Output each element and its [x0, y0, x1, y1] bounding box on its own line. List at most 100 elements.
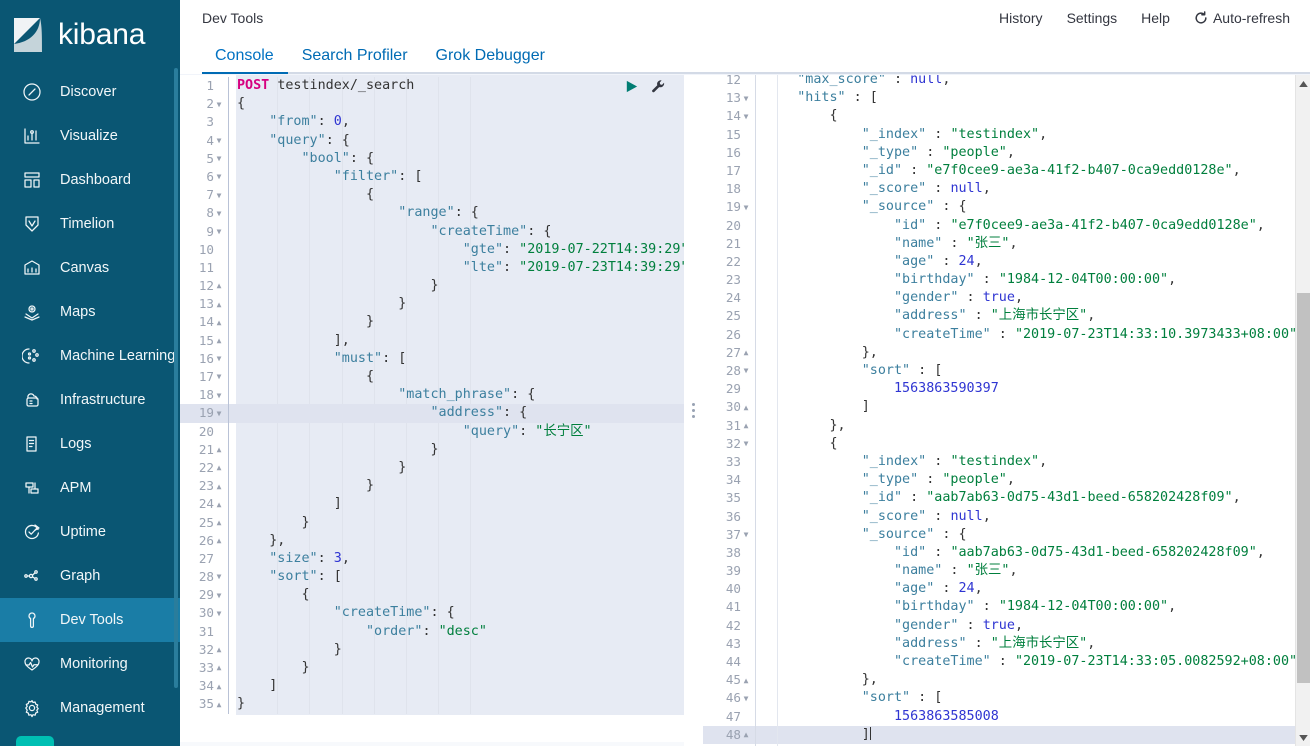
code-line[interactable]: 47 1563863585008: [703, 707, 1310, 726]
sidebar-item-maps[interactable]: Maps: [0, 290, 180, 334]
response-scrollbar[interactable]: [1295, 75, 1310, 746]
fold-down-icon[interactable]: ▼: [214, 387, 224, 405]
code-line[interactable]: 37 ▼ "_source" : {: [703, 525, 1310, 545]
response-editor-pane[interactable]: 12 "max_score" : null, 13 ▼ "hits" : [14 ▼ …: [703, 75, 1310, 746]
code-line[interactable]: 20 "query": "长宁区": [180, 422, 684, 441]
code-line[interactable]: 27 "size": 3,: [180, 549, 684, 569]
code-line[interactable]: 24 "gender" : true,: [703, 289, 1310, 308]
code-line[interactable]: 14 ▼ {: [703, 107, 1310, 126]
sidebar-item-apm[interactable]: APM: [0, 466, 180, 510]
fold-up-icon[interactable]: ▲: [214, 678, 224, 696]
fold-down-icon[interactable]: ▼: [741, 526, 751, 544]
code-line[interactable]: 48 ▲ ]: [703, 725, 1310, 745]
fold-down-icon[interactable]: ▼: [214, 132, 224, 150]
code-line[interactable]: 21 "name" : "张三",: [703, 234, 1310, 254]
code-line[interactable]: 31 ▲ },: [703, 416, 1310, 435]
code-line[interactable]: 33 ▲ }: [180, 659, 684, 678]
code-line[interactable]: 41 "birthday" : "1984-12-04T00:00:00",: [703, 598, 1310, 617]
fold-down-icon[interactable]: ▼: [741, 199, 751, 217]
sidebar-item-infrastructure[interactable]: Infrastructure: [0, 378, 180, 422]
pane-resize-handle[interactable]: [684, 75, 703, 746]
code-line[interactable]: 32 ▼ {: [703, 434, 1310, 454]
fold-down-icon[interactable]: ▼: [214, 223, 224, 241]
fold-up-icon[interactable]: ▲: [214, 659, 224, 677]
sidebar-item-uptime[interactable]: Uptime: [0, 510, 180, 554]
code-line[interactable]: 31 "order": "desc": [180, 622, 684, 641]
code-line[interactable]: 28 ▼ "sort": [: [180, 568, 684, 587]
code-line[interactable]: 6 ▼ "filter": [: [180, 167, 684, 187]
code-line[interactable]: 13 ▼ "hits" : [: [703, 89, 1310, 108]
code-line[interactable]: 39 "name" : "张三",: [703, 562, 1310, 581]
kibana-brand[interactable]: kibana: [0, 0, 180, 70]
code-line[interactable]: 16 "_type" : "people",: [703, 143, 1310, 163]
code-line[interactable]: 15 "_index" : "testindex",: [703, 125, 1310, 144]
fold-up-icon[interactable]: ▲: [214, 532, 224, 550]
sidebar-scrollbar[interactable]: [174, 68, 178, 688]
fold-up-icon[interactable]: ▲: [214, 277, 224, 295]
code-line[interactable]: 25 "address" : "上海市长宁区",: [703, 307, 1310, 326]
code-line[interactable]: 16 ▼ "must": [: [180, 349, 684, 368]
fold-up-icon[interactable]: ▲: [214, 496, 224, 514]
fold-up-icon[interactable]: ▲: [741, 726, 751, 744]
code-line[interactable]: 30 ▼ "createTime": {: [180, 604, 684, 623]
scrollbar-thumb[interactable]: [1297, 293, 1310, 683]
fold-up-icon[interactable]: ▲: [214, 314, 224, 332]
wrench-icon[interactable]: [651, 79, 666, 94]
fold-down-icon[interactable]: ▼: [214, 568, 224, 586]
tab-console[interactable]: Console: [202, 47, 288, 74]
code-line[interactable]: 36 "_score" : null,: [703, 507, 1310, 526]
code-line[interactable]: 3 "from": 0,: [180, 113, 684, 132]
code-line[interactable]: 35 "_id" : "aab7ab63-0d75-43d1-beed-6582…: [703, 489, 1310, 508]
fold-up-icon[interactable]: ▲: [741, 417, 751, 435]
code-line[interactable]: 33 "_index" : "testindex",: [703, 452, 1310, 472]
code-line[interactable]: 26 "createTime" : "2019-07-23T14:33:10.3…: [703, 325, 1310, 345]
code-line[interactable]: 19 ▼ "address": {: [180, 404, 684, 423]
code-line[interactable]: 24 ▲ ]: [180, 495, 684, 514]
code-line[interactable]: 1 POST testindex/_search: [180, 77, 684, 96]
code-line[interactable]: 45 ▲ },: [703, 671, 1310, 690]
sidebar-item-dev-tools[interactable]: Dev Tools: [0, 598, 180, 642]
code-line[interactable]: 11 "lte": "2019-07-23T14:39:29": [180, 258, 684, 278]
help-link[interactable]: Help: [1141, 10, 1170, 26]
fold-up-icon[interactable]: ▲: [214, 459, 224, 477]
code-line[interactable]: 9 ▼ "createTime": {: [180, 222, 684, 241]
code-line[interactable]: 15 ▲ ],: [180, 331, 684, 350]
tab-search-profiler[interactable]: Search Profiler: [288, 47, 422, 74]
fold-up-icon[interactable]: ▲: [214, 332, 224, 350]
sidebar-item-visualize[interactable]: Visualize: [0, 114, 180, 158]
code-line[interactable]: 19 ▼ "_source" : {: [703, 198, 1310, 217]
code-line[interactable]: 12 ▲ }: [180, 277, 684, 296]
sidebar-item-management[interactable]: Management: [0, 686, 180, 730]
sidebar-item-machine-learning[interactable]: Machine Learning: [0, 334, 180, 378]
code-line[interactable]: 10 "gte": "2019-07-22T14:39:29",: [180, 240, 684, 259]
code-line[interactable]: 22 ▲ }: [180, 458, 684, 478]
settings-link[interactable]: Settings: [1067, 10, 1118, 26]
code-line[interactable]: 23 "birthday" : "1984-12-04T00:00:00",: [703, 271, 1310, 290]
code-line[interactable]: 32 ▲ }: [180, 640, 684, 659]
fold-up-icon[interactable]: ▲: [214, 641, 224, 659]
fold-down-icon[interactable]: ▼: [214, 368, 224, 386]
code-line[interactable]: 30 ▲ ]: [703, 398, 1310, 417]
code-line[interactable]: 17 "_id" : "e7f0cee9-ae3a-41f2-b407-0ca9…: [703, 161, 1310, 181]
code-line[interactable]: 4 ▼ "query": {: [180, 131, 684, 150]
code-line[interactable]: 34 ▲ ]: [180, 677, 684, 696]
fold-up-icon[interactable]: ▲: [214, 441, 224, 459]
sidebar-item-discover[interactable]: Discover: [0, 70, 180, 114]
code-line[interactable]: 40 "age" : 24,: [703, 580, 1310, 599]
fold-down-icon[interactable]: ▼: [741, 690, 751, 708]
fold-down-icon[interactable]: ▼: [214, 168, 224, 186]
code-line[interactable]: 21 ▲ }: [180, 440, 684, 459]
fold-up-icon[interactable]: ▲: [214, 478, 224, 496]
history-link[interactable]: History: [999, 10, 1043, 26]
fold-down-icon[interactable]: ▼: [214, 405, 224, 423]
request-editor[interactable]: 1 POST testindex/_search 2 ▼{3 "from": 0, 4 ▼…: [180, 75, 684, 746]
fold-down-icon[interactable]: ▼: [214, 605, 224, 623]
fold-down-icon[interactable]: ▼: [214, 187, 224, 205]
code-line[interactable]: 43 "address" : "上海市长宁区",: [703, 634, 1310, 654]
code-line[interactable]: 23 ▲ }: [180, 477, 684, 496]
code-line[interactable]: 29 ▼ {: [180, 586, 684, 605]
fold-down-icon[interactable]: ▼: [214, 205, 224, 223]
code-line[interactable]: 20 "id" : "e7f0cee9-ae3a-41f2-b407-0ca9e…: [703, 216, 1310, 235]
response-editor[interactable]: 12 "max_score" : null, 13 ▼ "hits" : [14 ▼ …: [703, 75, 1310, 746]
sidebar-item-timelion[interactable]: Timelion: [0, 202, 180, 246]
